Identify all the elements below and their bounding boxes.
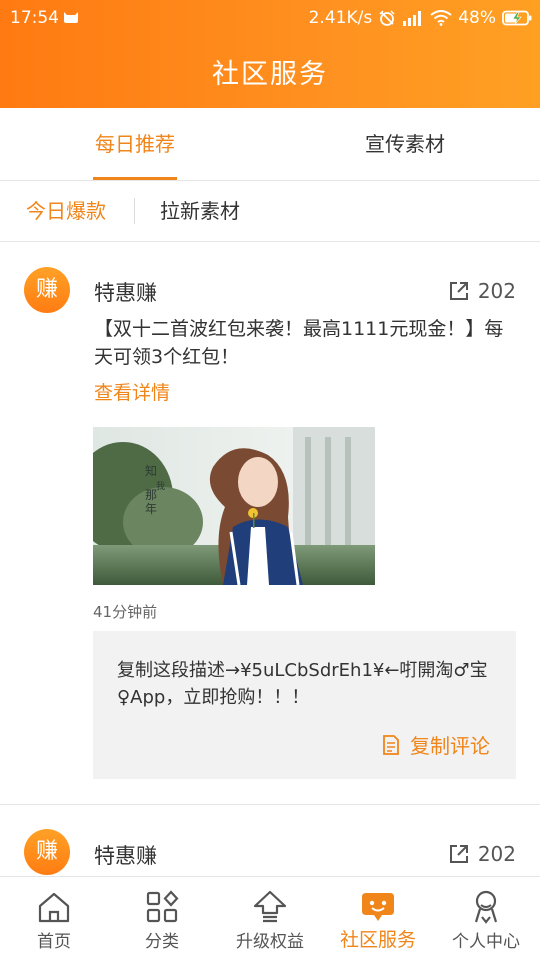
nav-category[interactable]: 分类 (108, 877, 216, 961)
post-body-text: 【双十二首波红包来袭！最高1111元现金！】每天可领3个红包！ (94, 318, 504, 368)
bottom-nav: 首页 分类 升级权益 社区服务 个人中心 (0, 876, 540, 961)
comment-box: 复制这段描述→¥5uLCbSdrEh1¥←咑開淘♂宝♀App，立即抢购！！！ 复… (93, 631, 516, 779)
tab-promo-materials[interactable]: 宣传素材 (270, 108, 540, 180)
wifi-icon (430, 10, 452, 26)
comment-text: 复制这段描述→¥5uLCbSdrEh1¥←咑開淘♂宝♀App，立即抢购！！！ (117, 660, 488, 708)
status-right: 2.41K/s 48% (309, 8, 532, 28)
copy-comment-label: 复制评论 (410, 734, 490, 758)
share-button[interactable]: 202 (448, 842, 516, 866)
post-author: 特惠赚 (94, 281, 157, 305)
post-image[interactable]: 知 我 那 年 (93, 427, 375, 585)
post-photo: 知 我 那 年 (93, 427, 375, 585)
app-header: 17:54 2.41K/s 48% 社区服务 (0, 0, 540, 108)
network-speed: 2.41K/s (308, 8, 373, 28)
grid-icon (146, 890, 179, 923)
photo-caption-char: 那 (145, 488, 157, 502)
share-count: 202 (477, 842, 516, 866)
share-count: 202 (477, 279, 516, 303)
share-button[interactable]: 202 (448, 279, 516, 303)
battery-charging-icon (502, 10, 532, 26)
avatar[interactable]: 赚 (24, 267, 70, 313)
view-details-link[interactable]: 查看详情 (94, 378, 170, 405)
subtab-today-hot[interactable]: 今日爆款 (26, 181, 106, 241)
nav-label: 分类 (145, 932, 179, 952)
share-icon (449, 282, 468, 300)
status-bar: 17:54 2.41K/s 48% (0, 0, 540, 36)
post-time: 41分钟前 (93, 603, 158, 621)
chat-icon (362, 893, 394, 921)
status-time: 17:54 (10, 8, 59, 28)
signal-icon (403, 11, 422, 26)
copy-comment-button[interactable]: 复制评论 (382, 730, 490, 759)
photo-caption-char: 知 (145, 464, 157, 478)
nav-label: 升级权益 (236, 932, 304, 952)
alarm-off-icon (379, 10, 395, 26)
battery-percent: 48% (458, 8, 496, 28)
document-icon (383, 734, 399, 755)
nav-community[interactable]: 社区服务 (324, 877, 432, 961)
page-title: 社区服务 (212, 59, 328, 90)
nav-label: 个人中心 (452, 932, 520, 952)
avatar[interactable]: 赚 (24, 829, 70, 875)
home-icon (38, 892, 70, 923)
post-divider (0, 804, 540, 805)
tab-daily-recommend[interactable]: 每日推荐 (0, 108, 270, 180)
active-tab-indicator (93, 177, 177, 180)
nav-label: 首页 (37, 932, 71, 952)
subtab-divider (134, 198, 135, 224)
nav-profile[interactable]: 个人中心 (432, 877, 540, 961)
top-tabs: 每日推荐 宣传素材 (0, 108, 540, 181)
nav-label: 社区服务 (339, 929, 416, 951)
share-icon (449, 845, 468, 863)
post-author: 特惠赚 (94, 844, 157, 868)
nav-home[interactable]: 首页 (0, 877, 108, 961)
upgrade-icon (253, 890, 287, 923)
photo-caption-char: 我 (156, 481, 165, 492)
notification-icon (64, 12, 78, 23)
sub-tabs: 今日爆款 拉新素材 (0, 181, 540, 242)
photo-caption-char: 年 (145, 502, 157, 516)
subtab-new-user-materials[interactable]: 拉新素材 (160, 181, 240, 241)
person-icon (474, 890, 498, 924)
nav-upgrade[interactable]: 升级权益 (216, 877, 324, 961)
